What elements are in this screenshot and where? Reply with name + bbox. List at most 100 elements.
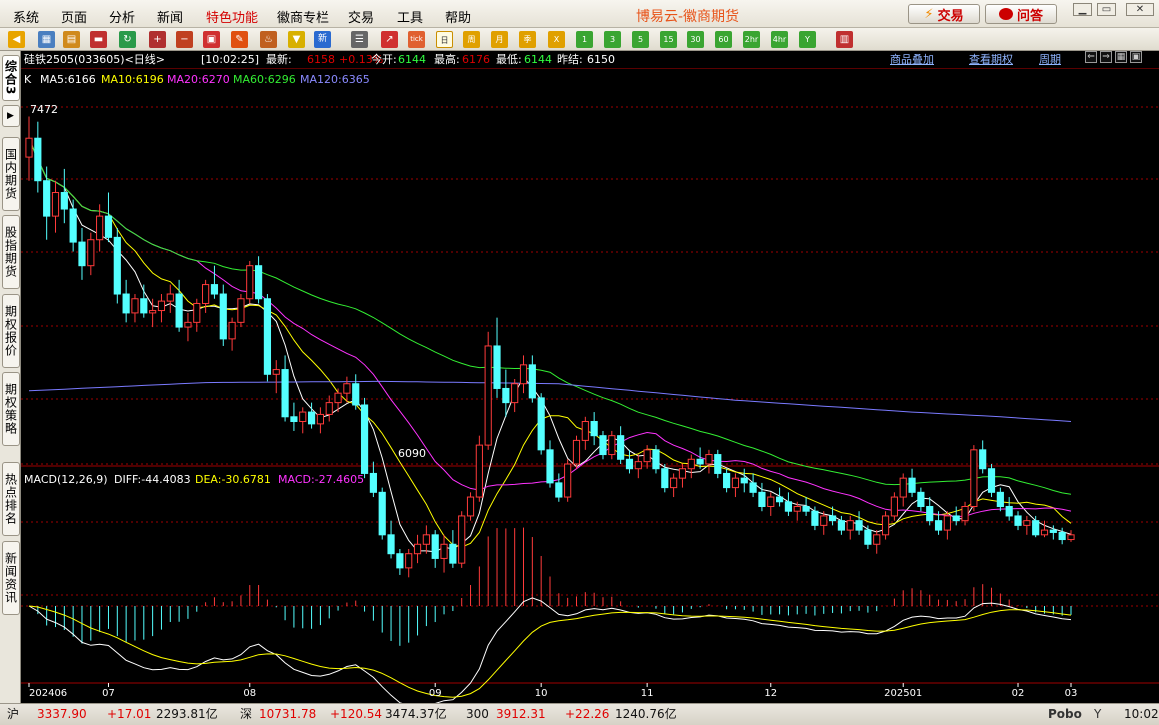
sidebar-tab-news[interactable]: 新闻资讯 [2, 541, 20, 615]
period-15min-button[interactable]: 15 [660, 31, 677, 48]
symbol-label: 硅铁2505(033605)<日线> [24, 53, 166, 66]
panel-left-icon[interactable]: ⇐ [1085, 51, 1097, 63]
candle-body [828, 515, 837, 522]
menu-news[interactable]: 新闻 [157, 7, 183, 26]
panel-max-icon[interactable]: ▣ [1130, 51, 1142, 63]
zoom-out-icon[interactable]: − [176, 31, 193, 48]
list-icon[interactable]: ☰ [351, 31, 368, 48]
x-tick-label: 202406 [29, 688, 67, 699]
candle-body [864, 529, 872, 545]
maximize-icon[interactable]: ▭ [1097, 3, 1116, 16]
zoom-in-icon[interactable]: + [149, 31, 166, 48]
menu-featured[interactable]: 特色功能 [206, 7, 258, 26]
period-60min-button[interactable]: 60 [715, 31, 732, 48]
macd-panel [21, 527, 1159, 703]
kline-chart[interactable]: K MA5:6166 MA10:6196 MA20:6270 MA60:6296… [21, 69, 1159, 703]
sz-index: 10731.78 [259, 707, 317, 721]
candle-body [219, 293, 227, 340]
ask-button[interactable]: 问答 [985, 4, 1057, 24]
menu-page[interactable]: 页面 [61, 7, 87, 26]
clock: 10:02 [1124, 707, 1159, 721]
pen-icon[interactable]: ✎ [231, 31, 248, 48]
sidebar-tab-option-quotes[interactable]: 期权报价 [2, 294, 20, 368]
period-season-button[interactable]: 季 [519, 31, 536, 48]
menu-analysis[interactable]: 分析 [109, 7, 135, 26]
candle-body [687, 458, 695, 470]
candle-body [484, 345, 492, 446]
candle-body [1067, 534, 1075, 541]
period-year-button[interactable]: X [548, 31, 565, 48]
candle-body [34, 137, 42, 182]
x-tick-label: 11 [641, 688, 654, 699]
candle-body [113, 236, 121, 295]
sh-amount: 2293.81亿 [156, 707, 218, 721]
overlay-commodity-link[interactable]: 商品叠加 [890, 51, 934, 69]
chat-icon [998, 8, 1013, 20]
candle-body [175, 293, 183, 328]
menu-system[interactable]: 系统 [13, 7, 39, 26]
sidebar-tab-hot-ranking[interactable]: 热点排名 [2, 462, 20, 536]
candle-body [157, 300, 166, 312]
period-day-button[interactable]: 日 [436, 31, 453, 48]
candle-body [396, 553, 404, 569]
candle-body [802, 505, 810, 512]
x-tick-label: 02 [1012, 688, 1025, 699]
period-5min-button[interactable]: 5 [632, 31, 649, 48]
candle-body [723, 472, 731, 489]
period-custom-button[interactable]: Y [799, 31, 816, 48]
sidebar-tab-option-strategy[interactable]: 期权策略 [2, 372, 20, 446]
indicator-icon[interactable]: ♨ [260, 31, 277, 48]
candle-body [731, 477, 740, 489]
candle-body [528, 364, 536, 399]
period-2hr-button[interactable]: 2hr [743, 31, 760, 48]
folder-icon[interactable]: ▬ [90, 31, 107, 48]
panel-grid-icon[interactable]: ▦ [1115, 51, 1127, 63]
database-icon[interactable]: ▤ [63, 31, 80, 48]
new-icon[interactable]: 新 [314, 31, 331, 48]
menu-column[interactable]: 徽商专栏 [277, 7, 329, 26]
high-label: 最高: [434, 53, 460, 66]
candle-body [740, 477, 748, 484]
candle-body [140, 298, 148, 314]
tick-icon[interactable]: tick [408, 31, 425, 48]
candle-body [934, 520, 943, 531]
candle-body [820, 515, 828, 526]
x-tick-label: 09 [429, 688, 442, 699]
candle-body [1058, 531, 1066, 541]
menu-tools[interactable]: 工具 [397, 7, 423, 26]
candle-body [511, 383, 519, 404]
candle-body [846, 520, 854, 531]
period-link[interactable]: 周期 [1039, 51, 1061, 69]
c300-index: 3912.31 [496, 707, 546, 721]
candle-body [811, 510, 819, 526]
menu-help[interactable]: 帮助 [445, 7, 471, 26]
period-week-button[interactable]: 周 [463, 31, 480, 48]
menu-trade[interactable]: 交易 [348, 7, 374, 26]
sidebar-expand-icon[interactable]: ▶ [2, 105, 20, 127]
refresh-icon[interactable]: ↻ [119, 31, 136, 48]
period-month-button[interactable]: 月 [491, 31, 508, 48]
sidebar-tab-index-futures[interactable]: 股指期货 [2, 215, 20, 289]
period-30min-button[interactable]: 30 [687, 31, 704, 48]
close-icon[interactable]: ✕ [1126, 3, 1154, 16]
macd-value: MACD:-27.4605 [278, 473, 364, 486]
trade-button[interactable]: ⚡ 交易 [908, 4, 980, 24]
sidebar-tab-domestic-futures[interactable]: 国内期货 [2, 137, 20, 211]
funnel-icon[interactable]: ▼ [288, 31, 305, 48]
candle-body [970, 449, 978, 507]
trend-icon[interactable]: ↗ [381, 31, 398, 48]
window-icon[interactable]: ▣ [203, 31, 220, 48]
panel-right-icon[interactable]: ⇒ [1100, 51, 1112, 63]
period-1min-button[interactable]: 1 [576, 31, 593, 48]
sidebar-tab-overview[interactable]: 综合3 [2, 55, 20, 101]
minimize-icon[interactable]: ▁ [1073, 3, 1092, 16]
period-3min-button[interactable]: 3 [604, 31, 621, 48]
back-arrow-icon[interactable]: ◀ [8, 31, 25, 48]
period-4hr-button[interactable]: 4hr [771, 31, 788, 48]
trade-button-label: 交易 [937, 8, 964, 24]
layout-icon[interactable]: ▥ [836, 31, 853, 48]
candle-body [96, 215, 104, 241]
lightning-icon: ⚡ [924, 6, 934, 22]
home-icon[interactable]: ▦ [38, 31, 55, 48]
view-options-link[interactable]: 查看期权 [969, 51, 1013, 69]
